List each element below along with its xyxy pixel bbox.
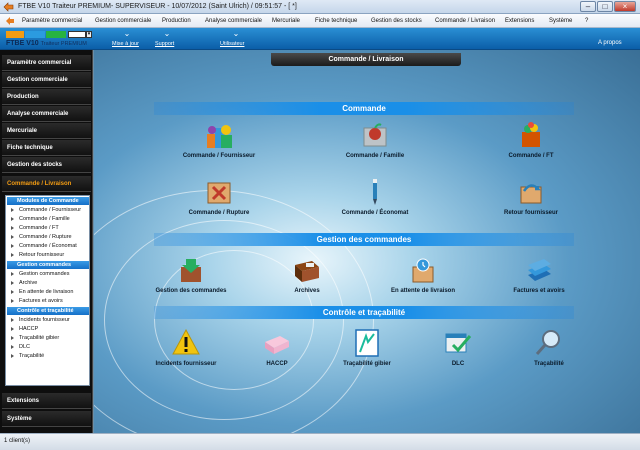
sidebar-item-commande-livraison[interactable]: Commande / Livraison (2, 176, 91, 192)
tile-commande-ft[interactable]: Commande / FT (486, 120, 576, 168)
app-brand: FTBE V10 Traiteur PREMIUM (6, 40, 87, 47)
magnifier-icon (535, 330, 560, 355)
support-button[interactable]: Support (155, 41, 174, 47)
menu-extensions[interactable]: Extensions (505, 18, 534, 24)
sub-item-commande-rupture[interactable]: Commande / Rupture (9, 233, 89, 242)
menu-bar: Paramètre commercial Gestion commerciale… (0, 14, 640, 28)
menu-help[interactable]: ? (585, 18, 588, 24)
sub-item-commande-famille[interactable]: Commande / Famille (9, 215, 89, 224)
menu-systeme[interactable]: Système (549, 18, 572, 24)
dlc-icon (445, 333, 472, 353)
gestion-icon (181, 259, 201, 282)
tile-tracabilite-gibier[interactable]: Traçabilité gibier (322, 328, 412, 376)
minimize-button[interactable]: – (580, 1, 596, 12)
warning-icon (172, 328, 200, 355)
haccp-icon (265, 336, 289, 354)
sidebar-item-analyse-commerciale[interactable]: Analyse commerciale (2, 106, 91, 122)
sidebar-item-fiche-technique[interactable]: Fiche technique (2, 140, 91, 156)
tile-archives[interactable]: Archives (262, 255, 352, 303)
sub-item-commande-ft[interactable]: Commande / FT (9, 224, 89, 233)
window-title: FTBE V10 Traiteur PREMIUM- SUPERVISEUR -… (18, 3, 297, 10)
sidebar-item-production[interactable]: Production (2, 89, 91, 105)
tile-commande-famille[interactable]: Commande / Famille (330, 120, 420, 168)
sub-item-tracabilite-gibier[interactable]: Traçabilité gibier (9, 334, 89, 343)
sidebar-item-systeme[interactable]: Système (2, 411, 91, 427)
waiting-icon (412, 258, 434, 283)
subpanel-header-modules: Modules de Commande (7, 197, 89, 205)
app-icon (3, 2, 14, 12)
sidebar-item-gestion-commerciale[interactable]: Gestion commerciale (2, 72, 91, 88)
menu-fiche-technique[interactable]: Fiche technique (315, 18, 357, 24)
main-tab: Commande / Livraison (271, 53, 461, 66)
sub-item-archive[interactable]: Archive (9, 279, 89, 288)
section-commande: Commande (154, 102, 574, 115)
main-panel: Commande / Livraison Commande Commande /… (94, 50, 640, 433)
tile-commande-economat[interactable]: Commande / Économat (330, 177, 420, 225)
toolbar: ▾ FTBE V10 Traiteur PREMIUM ⌄ ⌄ ⌄ Mise à… (0, 28, 640, 50)
tile-commande-rupture[interactable]: Commande / Rupture (174, 177, 264, 225)
sub-item-gestion-commandes[interactable]: Gestion commandes (9, 270, 89, 279)
economat-icon (373, 179, 377, 205)
menu-commande-livraison[interactable]: Commande / Livraison (435, 18, 495, 24)
return-icon (520, 184, 542, 204)
menu-analyse-commerciale[interactable]: Analyse commerciale (205, 18, 262, 24)
maximize-button[interactable]: □ (597, 1, 613, 12)
tile-tracabilite[interactable]: Traçabilité (504, 328, 594, 376)
color-strip-blue (25, 31, 45, 38)
tile-haccp[interactable]: HACCP (232, 328, 322, 376)
sub-item-tracabilite[interactable]: Traçabilité (9, 352, 89, 361)
status-bar: 1 client(s) (0, 433, 640, 450)
status-text: 1 client(s) (4, 438, 31, 444)
tile-en-attente[interactable]: En attente de livraison (378, 255, 468, 303)
section-controle-tracabilite: Contrôle et traçabilité (154, 306, 574, 319)
commande-subpanel: Modules de Commande Commande / Fournisse… (5, 195, 90, 386)
tile-gestion-commandes[interactable]: Gestion des commandes (146, 255, 236, 303)
menu-mercuriale[interactable]: Mercuriale (272, 18, 300, 24)
tile-commande-fournisseur[interactable]: Commande / Fournisseur (174, 120, 264, 168)
sidebar-item-gestion-stocks[interactable]: Gestion des stocks (2, 157, 91, 173)
tile-retour-fournisseur[interactable]: Retour fournisseur (486, 177, 576, 225)
subpanel-header-controle: Contrôle et traçabilité (7, 307, 89, 315)
sub-item-commande-fournisseur[interactable]: Commande / Fournisseur (9, 206, 89, 215)
tile-factures-avoirs[interactable]: Factures et avoirs (494, 255, 584, 303)
sub-item-dlc[interactable]: DLC (9, 343, 89, 352)
menu-gestion-stocks[interactable]: Gestion des stocks (371, 18, 422, 24)
chevron-down-icon: ⌄ (163, 29, 171, 38)
color-strip-orange (6, 31, 24, 38)
sub-item-en-attente[interactable]: En attente de livraison (9, 288, 89, 297)
tile-dlc[interactable]: DLC (413, 328, 503, 376)
app-menu-icon[interactable] (5, 16, 15, 26)
update-button[interactable]: Mise à jour (112, 41, 139, 47)
close-button[interactable]: × (614, 1, 636, 12)
menu-production[interactable]: Production (162, 18, 191, 24)
invoices-icon (528, 259, 551, 281)
family-icon (363, 123, 387, 147)
suppliers-icon (207, 125, 232, 148)
color-strip-green (46, 31, 66, 38)
menu-gestion-commerciale[interactable]: Gestion commerciale (95, 18, 151, 24)
sidebar-item-extensions[interactable]: Extensions (2, 393, 91, 409)
ft-icon (522, 122, 540, 147)
sub-item-factures-avoirs[interactable]: Factures et avoirs (9, 297, 89, 306)
sub-item-incidents-fournisseur[interactable]: Incidents fournisseur (9, 316, 89, 325)
tile-incidents-fournisseur[interactable]: Incidents fournisseur (141, 328, 231, 376)
title-bar: FTBE V10 Traiteur PREMIUM- SUPERVISEUR -… (0, 0, 640, 14)
section-gestion-commandes: Gestion des commandes (154, 233, 574, 246)
chevron-down-icon: ⌄ (232, 29, 240, 38)
sub-item-commande-economat[interactable]: Commande / Économat (9, 242, 89, 251)
color-dropdown-icon[interactable]: ▾ (86, 31, 92, 38)
gibier-icon (355, 329, 379, 357)
menu-parametre-commercial[interactable]: Paramètre commercial (22, 18, 82, 24)
user-button[interactable]: Utilisateur (220, 41, 244, 47)
chevron-down-icon: ⌄ (123, 29, 131, 38)
archives-icon (295, 261, 319, 282)
sub-item-retour-fournisseur[interactable]: Retour fournisseur (9, 251, 89, 260)
subpanel-header-gestion: Gestion commandes (7, 261, 89, 269)
rupture-icon (207, 182, 231, 204)
color-strip-white (68, 31, 86, 38)
sidebar-item-mercuriale[interactable]: Mercuriale (2, 123, 91, 139)
sidebar-item-parametre-commercial[interactable]: Paramètre commercial (2, 55, 91, 71)
about-button[interactable]: A propos (598, 40, 622, 46)
sub-item-haccp[interactable]: HACCP (9, 325, 89, 334)
